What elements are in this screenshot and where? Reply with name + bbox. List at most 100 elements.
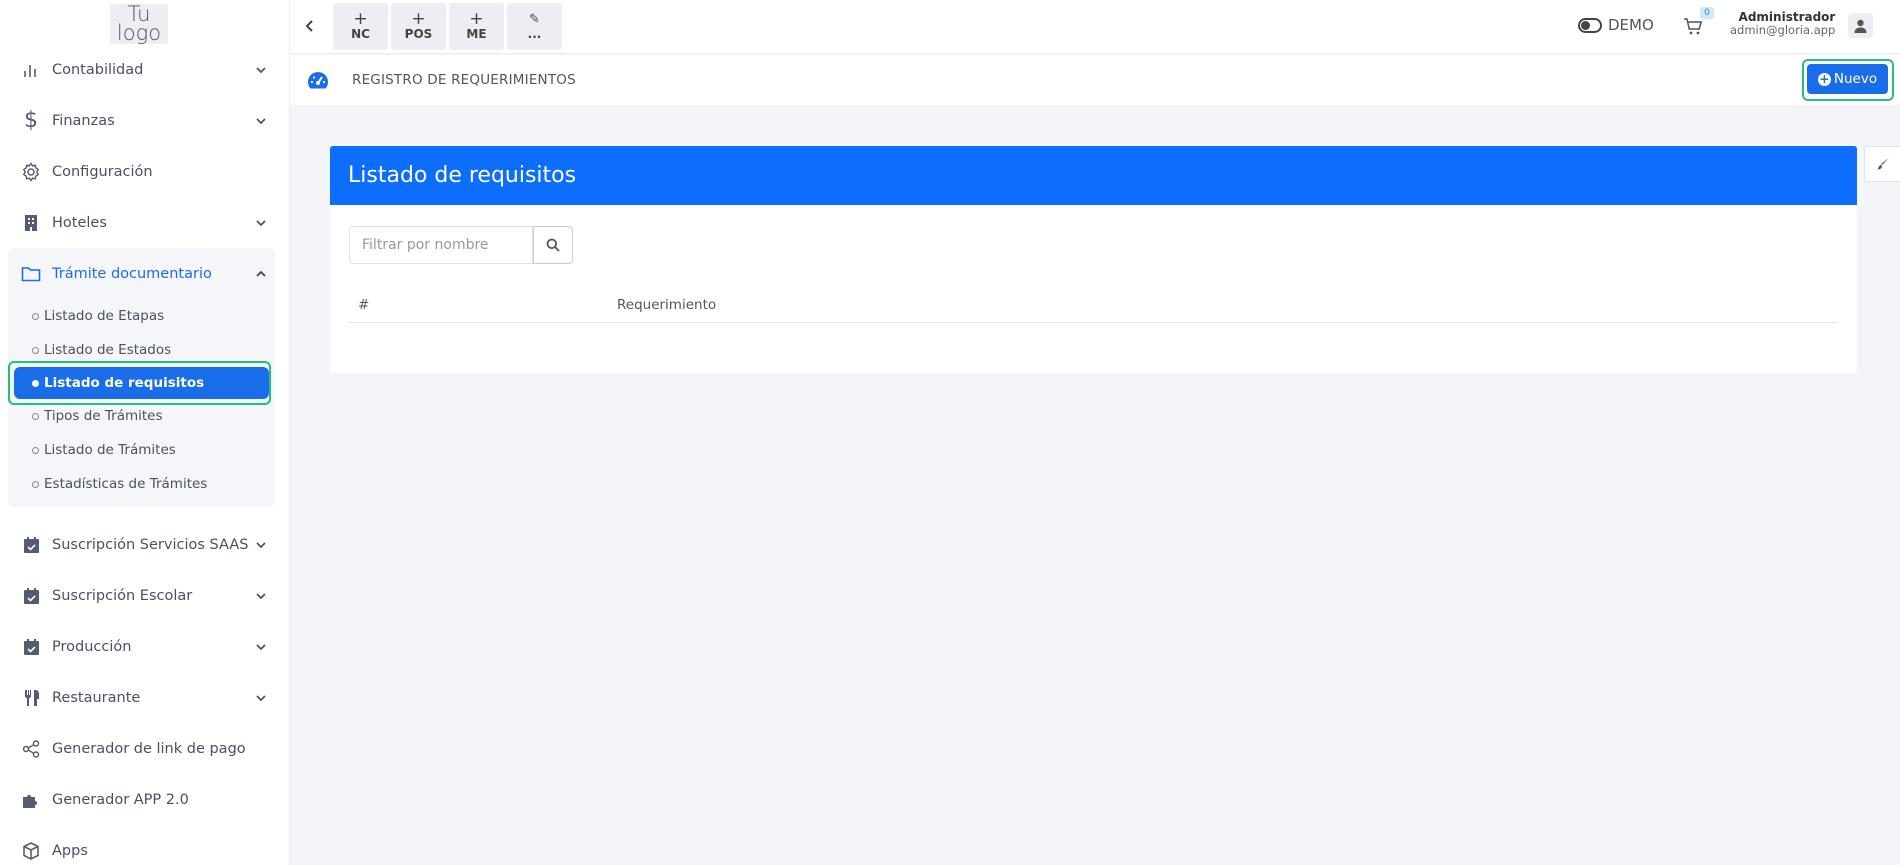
sidebar-item-restaurante[interactable]: Restaurante (0, 672, 290, 723)
cart-count-badge: 0 (1700, 7, 1714, 19)
column-header-requerimiento: Requerimiento (617, 297, 717, 313)
search-icon (546, 238, 560, 252)
puzzle-icon (20, 789, 42, 811)
sidebar-item-label: Apps (52, 842, 88, 859)
sidebar-item-label: Generador APP 2.0 (52, 791, 189, 808)
bar-chart-icon (20, 59, 42, 81)
search-button[interactable] (533, 226, 573, 264)
pencil-icon: ✎ (529, 11, 540, 27)
card-title: Listado de requisitos (348, 163, 577, 188)
chevron-down-icon (256, 219, 266, 226)
requirements-card: Listado de requisitos # Requerimiento (330, 146, 1857, 373)
plus-circle-icon: + (1817, 71, 1831, 86)
user-info[interactable]: Administrador admin@gloria.app (1730, 11, 1835, 37)
demo-label: DEMO (1608, 16, 1654, 34)
sidebar-menu: Contabilidad $ Finanzas Configuración Ho… (0, 44, 290, 865)
sidebar-item-apps[interactable]: Apps (0, 825, 290, 865)
sidebar-item-generador-app[interactable]: Generador APP 2.0 (0, 774, 290, 825)
dollar-icon: $ (24, 108, 38, 133)
sidebar-item-label: Suscripción Servicios SAAS (52, 536, 249, 553)
gear-icon (20, 161, 42, 183)
logo[interactable]: Tu logo (110, 4, 168, 44)
plus-icon: + (469, 8, 484, 29)
quick-action-label: POS (404, 26, 433, 41)
chevron-down-icon (256, 643, 266, 650)
sidebar-item-suscripcion-saas[interactable]: Suscripción Servicios SAAS (0, 519, 290, 570)
page-header: REGISTRO DE REQUERIMIENTOS + Nuevo (290, 55, 1900, 105)
calendar-check-icon (20, 636, 42, 658)
chevron-down-icon (256, 541, 266, 548)
selection-highlight (8, 361, 271, 405)
sidebar: Tu logo Contabilidad $ Finanzas Configur… (0, 0, 290, 865)
sidebar-subitem-label: Estadísticas de Trámites (44, 476, 208, 492)
sidebar-subitem-etapas[interactable]: Listado de Etapas (8, 299, 275, 333)
sidebar-item-configuracion[interactable]: Configuración (0, 146, 290, 197)
table-header: # Requerimiento (349, 288, 1837, 323)
bullet-icon (32, 446, 39, 454)
quick-action-nc[interactable]: + NC (333, 3, 388, 50)
sidebar-item-contabilidad[interactable]: Contabilidad (0, 44, 290, 95)
sidebar-item-label: Configuración (52, 163, 153, 180)
sidebar-item-label: Restaurante (52, 689, 141, 706)
cart-button[interactable] (1683, 17, 1705, 37)
utensils-icon (20, 687, 42, 709)
quick-action-pos[interactable]: + POS (391, 3, 446, 50)
chevron-down-icon (256, 117, 266, 124)
chevron-left-icon (305, 20, 313, 32)
sidebar-item-label: Finanzas (52, 112, 115, 129)
quick-action-label: NC (351, 26, 370, 41)
new-button-label: Nuevo (1833, 71, 1878, 87)
sidebar-subitem-label: Tipos de Trámites (44, 408, 163, 424)
bullet-icon (32, 412, 39, 420)
chevron-down-icon (256, 592, 266, 599)
toggle-icon (1578, 17, 1602, 33)
theme-customizer-button[interactable] (1864, 146, 1900, 182)
avatar[interactable] (1848, 13, 1873, 38)
column-header-index: # (358, 297, 370, 313)
card-header: Listado de requisitos (330, 146, 1857, 205)
sidebar-subitem-listado-tramites[interactable]: Listado de Trámites (8, 433, 275, 467)
folder-icon (20, 263, 42, 285)
cube-icon (20, 840, 42, 862)
quick-action-label: ME (466, 26, 487, 41)
sidebar-item-link-pago[interactable]: Generador de link de pago (0, 723, 290, 774)
sidebar-subitem-label: Listado de Estados (44, 342, 172, 358)
sidebar-item-label: Generador de link de pago (52, 740, 246, 757)
sidebar-item-label: Suscripción Escolar (52, 587, 193, 604)
sidebar-item-label: Trámite documentario (52, 265, 212, 282)
quick-action-me[interactable]: + ME (449, 3, 504, 50)
sidebar-item-label: Contabilidad (52, 61, 144, 78)
share-icon (20, 738, 42, 760)
calendar-check-icon (20, 585, 42, 607)
user-icon (1854, 19, 1867, 33)
sidebar-item-tramite-documentario[interactable]: Trámite documentario (8, 248, 275, 299)
sidebar-item-hoteles[interactable]: Hoteles (0, 197, 290, 248)
calendar-check-icon (20, 534, 42, 556)
building-icon (20, 212, 42, 234)
plus-icon: + (353, 8, 368, 29)
demo-toggle[interactable]: DEMO (1578, 16, 1654, 34)
new-button[interactable]: + Nuevo (1807, 64, 1888, 94)
sidebar-item-label: Producción (52, 638, 132, 655)
quick-action-edit[interactable]: ✎ ... (507, 3, 562, 50)
page-title: REGISTRO DE REQUERIMIENTOS (352, 72, 576, 88)
bullet-icon (32, 480, 39, 488)
chevron-down-icon (256, 66, 266, 73)
collapse-sidebar-button[interactable] (302, 16, 318, 36)
cart-icon (1684, 18, 1703, 35)
dashboard-gauge-icon (308, 72, 329, 89)
brush-icon (1877, 158, 1889, 170)
user-email: admin@gloria.app (1730, 23, 1836, 37)
filter-input[interactable] (349, 226, 533, 264)
plus-icon: + (411, 8, 426, 29)
sidebar-item-finanzas[interactable]: $ Finanzas (0, 95, 290, 146)
sidebar-item-suscripcion-escolar[interactable]: Suscripción Escolar (0, 570, 290, 621)
sidebar-subitem-label: Listado de Etapas (44, 308, 165, 324)
chevron-down-icon (256, 694, 266, 701)
chevron-up-icon (256, 270, 266, 277)
sidebar-item-produccion[interactable]: Producción (0, 621, 290, 672)
sidebar-subitem-label: Listado de Trámites (44, 442, 176, 458)
sidebar-subitem-estadisticas[interactable]: Estadísticas de Trámites (8, 467, 275, 501)
logo-line-2: logo (116, 21, 162, 45)
filter-group (349, 226, 573, 264)
